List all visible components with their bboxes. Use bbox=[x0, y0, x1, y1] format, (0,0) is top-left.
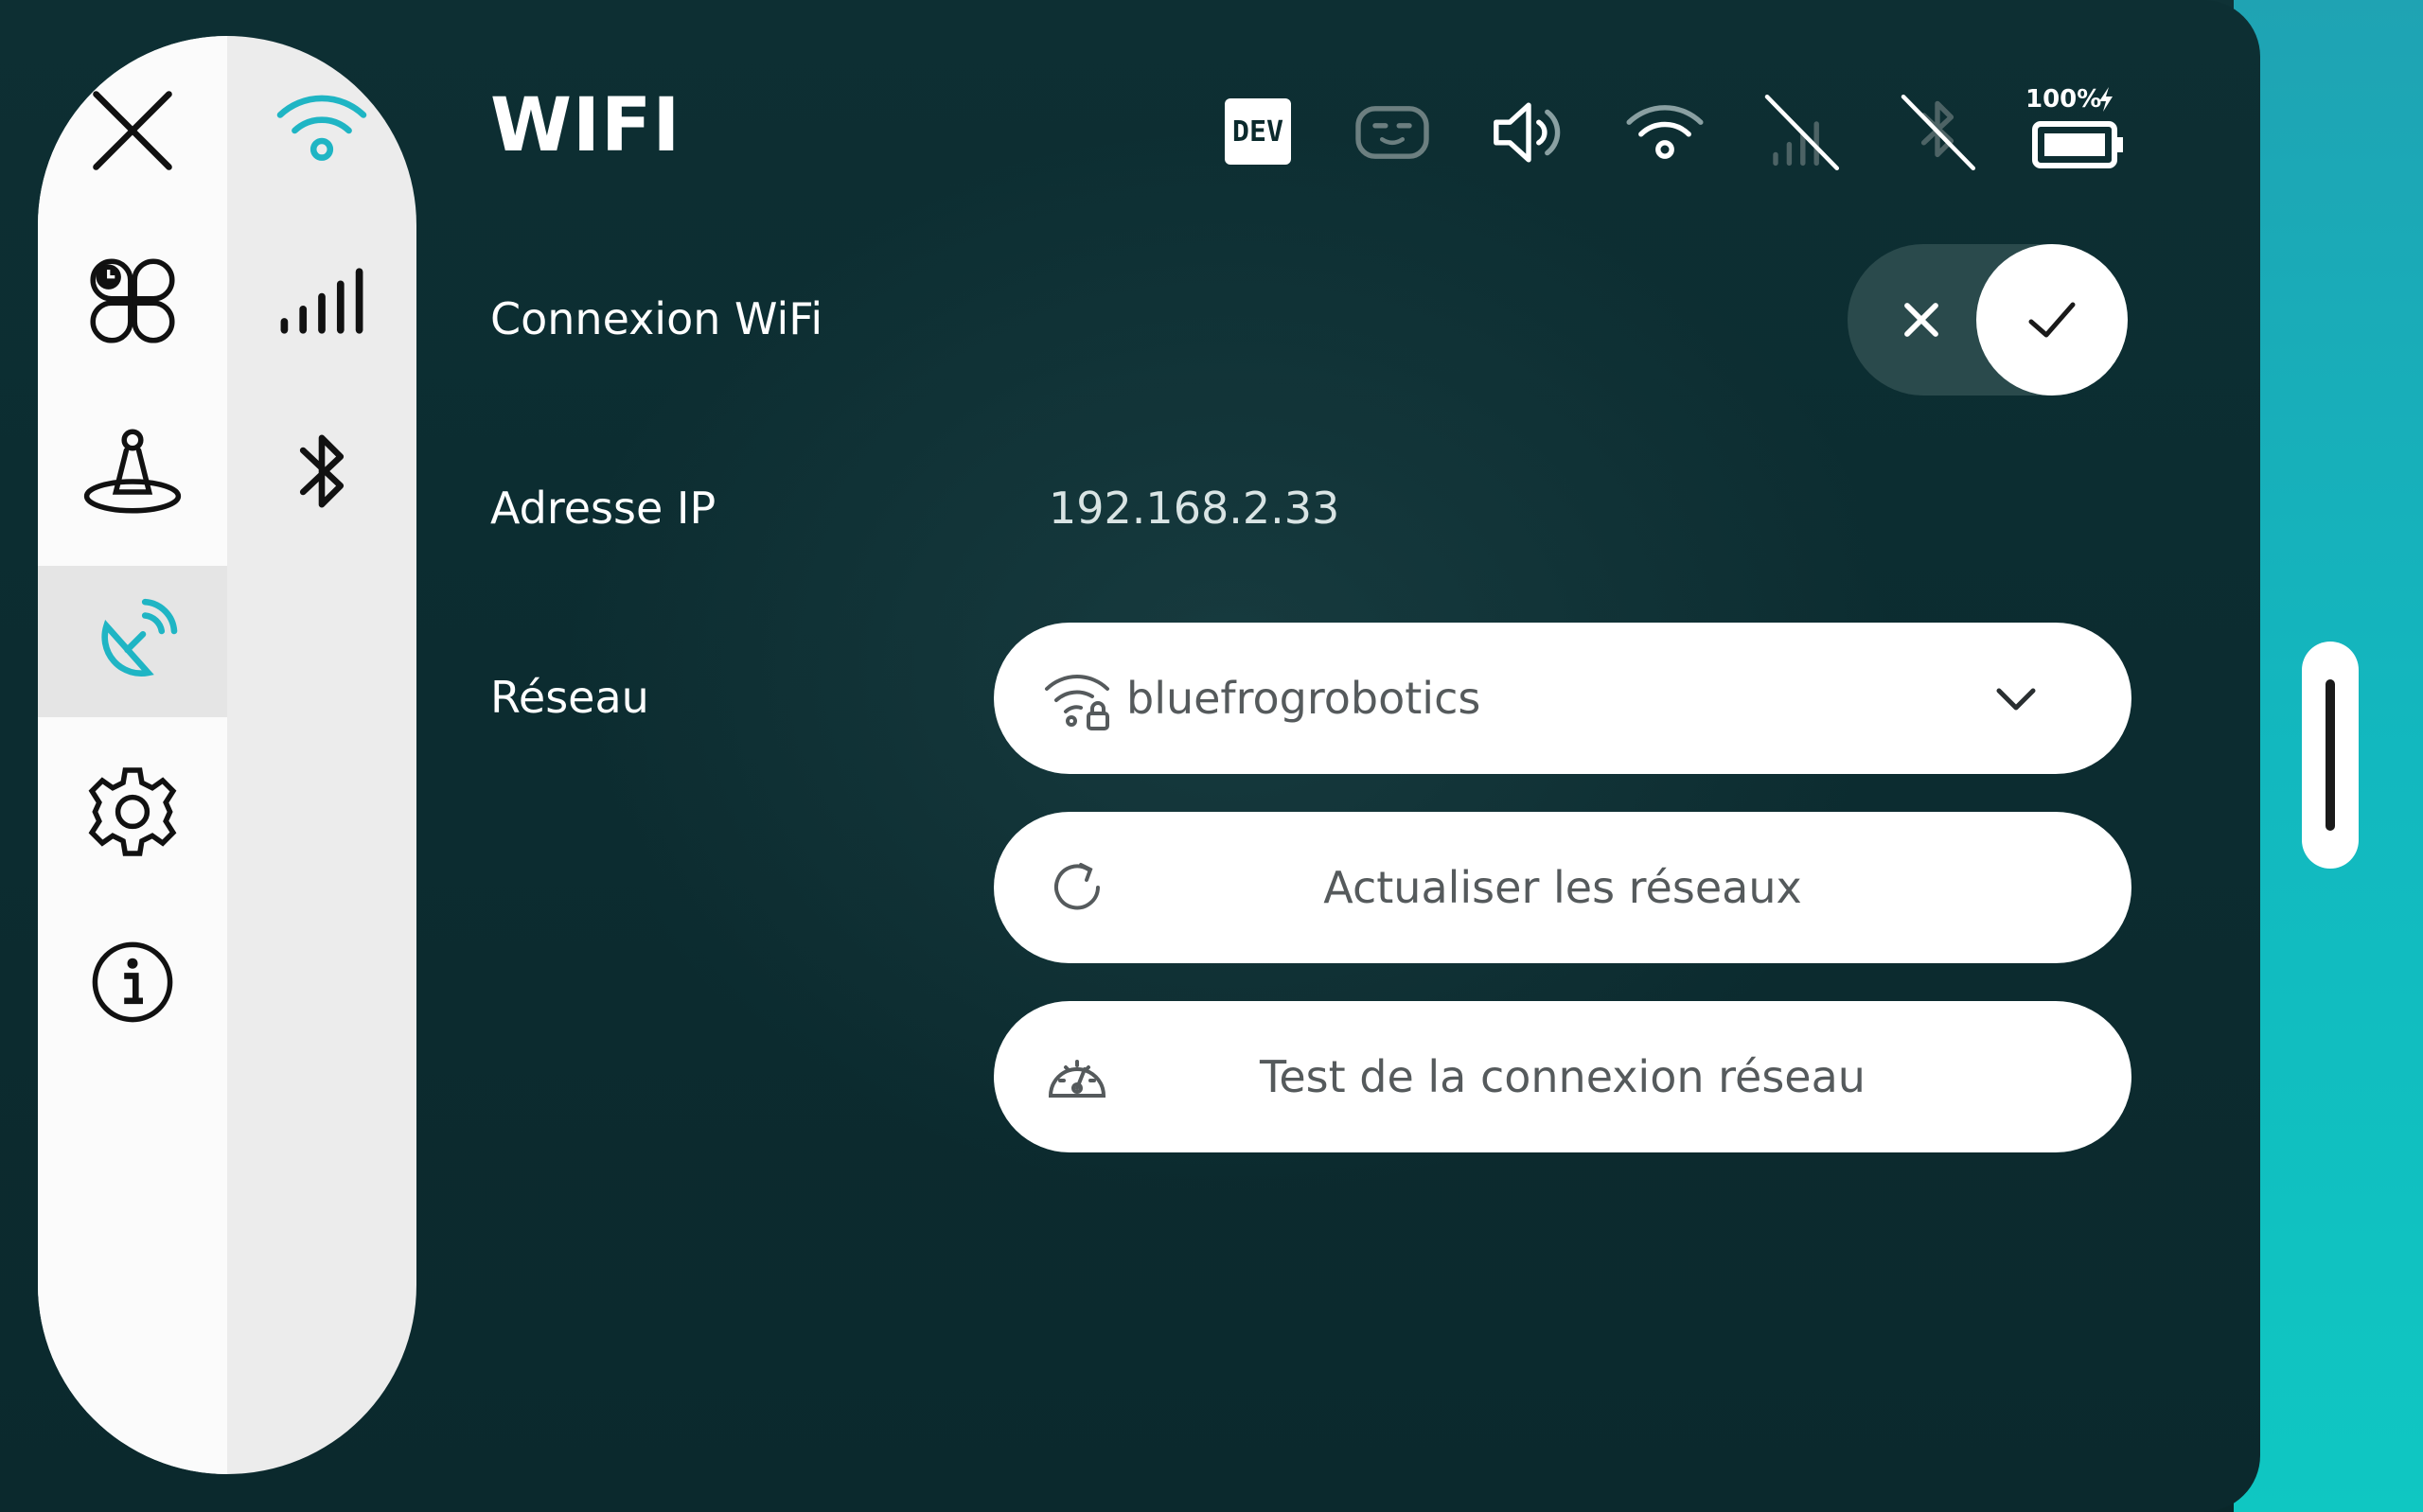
wifi-icon bbox=[276, 95, 367, 161]
ip-address-label: Adresse IP bbox=[490, 483, 716, 534]
satellite-dish-icon bbox=[101, 598, 178, 677]
cellular-status bbox=[1759, 90, 1844, 175]
sidebar-item-motion[interactable] bbox=[66, 405, 199, 537]
page-title: WIFI bbox=[490, 83, 681, 168]
ip-address-value: 192.168.2.33 bbox=[1049, 483, 1340, 534]
volume-status bbox=[1486, 90, 1571, 175]
test-connection-label: Test de la connexion réseau bbox=[1260, 1051, 1866, 1102]
tab-cellular[interactable] bbox=[256, 235, 388, 367]
refresh-networks-button[interactable]: Actualiser les réseaux bbox=[994, 812, 2131, 963]
battery-percent: 100% bbox=[2025, 85, 2102, 114]
settings-panel: WIFI DEV 100% Connexion WiFi Adresse IP … bbox=[0, 0, 2260, 1512]
selected-network-name: bluefrogrobotics bbox=[1126, 673, 1481, 724]
test-connection-button[interactable]: Test de la connexion réseau bbox=[994, 1001, 2131, 1152]
dev-mode-badge: DEV bbox=[1225, 98, 1291, 165]
close-icon bbox=[93, 91, 172, 170]
check-icon bbox=[2028, 302, 2076, 338]
sidebar bbox=[38, 36, 416, 1474]
gear-icon bbox=[88, 767, 177, 856]
apps-icon bbox=[90, 258, 175, 343]
close-button[interactable] bbox=[66, 64, 199, 197]
battery-status bbox=[2031, 112, 2126, 178]
toggle-off-icon bbox=[1884, 282, 1959, 358]
tab-wifi[interactable] bbox=[256, 64, 388, 197]
cellular-signal-icon bbox=[280, 268, 363, 334]
sidebar-item-apps[interactable] bbox=[66, 235, 199, 367]
charging-status bbox=[2092, 85, 2120, 114]
bluetooth-disabled-icon bbox=[1901, 94, 1976, 171]
sidebar-item-settings[interactable] bbox=[66, 746, 199, 878]
tab-bluetooth[interactable] bbox=[256, 405, 388, 537]
network-label: Réseau bbox=[490, 672, 649, 723]
chevron-down-icon bbox=[1996, 688, 2036, 711]
robot-face-icon bbox=[1355, 106, 1429, 159]
cellular-disabled-icon bbox=[1764, 94, 1840, 171]
robot-face-status bbox=[1350, 90, 1435, 175]
wifi-status bbox=[1622, 90, 1707, 175]
sidebar-item-info[interactable] bbox=[66, 916, 199, 1048]
sidebar-item-network[interactable] bbox=[66, 575, 199, 708]
bluetooth-icon bbox=[299, 434, 345, 508]
robot-joystick-icon bbox=[83, 429, 182, 514]
speaker-icon bbox=[1494, 102, 1561, 163]
bluetooth-status bbox=[1895, 90, 1980, 175]
wifi-toggle[interactable] bbox=[1848, 244, 2128, 396]
secured-wifi-icon bbox=[1045, 675, 1109, 730]
toggle-knob bbox=[1976, 244, 2128, 396]
battery-icon bbox=[2032, 121, 2123, 168]
wifi-connection-label: Connexion WiFi bbox=[490, 293, 823, 344]
info-icon bbox=[92, 941, 173, 1023]
wifi-status-icon bbox=[1626, 105, 1704, 159]
lightning-icon bbox=[2099, 87, 2113, 112]
scroll-handle-grip bbox=[2326, 679, 2335, 831]
refresh-networks-label: Actualiser les réseaux bbox=[1323, 862, 1802, 913]
scroll-handle[interactable] bbox=[2302, 642, 2359, 869]
network-select[interactable]: bluefrogrobotics bbox=[994, 623, 2131, 774]
